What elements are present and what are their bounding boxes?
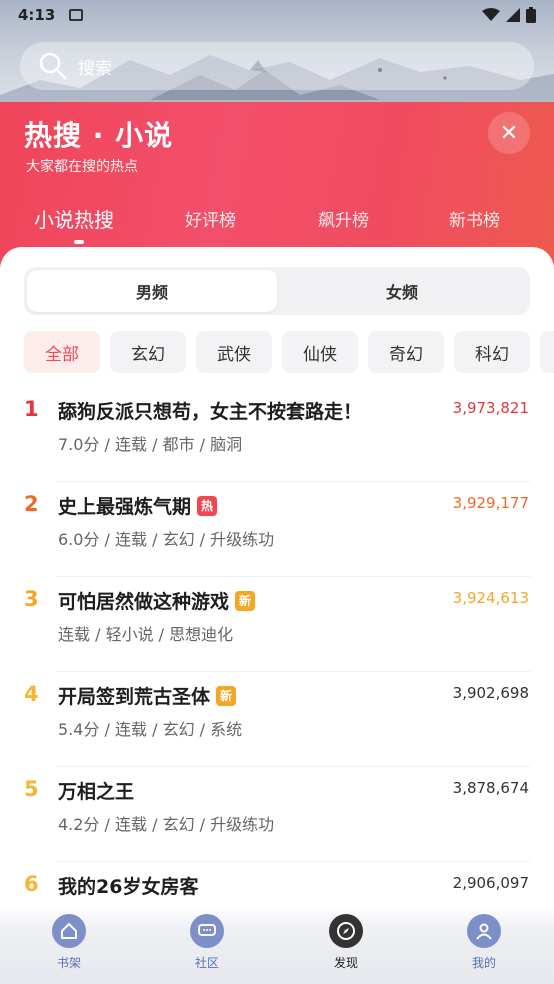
search-count: 3,929,177 xyxy=(452,494,529,512)
hot-badge: 热 xyxy=(197,495,218,516)
book-title: 史上最强炼气期热 xyxy=(58,492,218,519)
search-count: 3,924,613 xyxy=(452,589,529,607)
community-chat-icon xyxy=(190,914,224,948)
bottom-navigation: 书架 社区 发现 我的 xyxy=(0,906,554,984)
book-meta: 4.2分 / 连载 / 玄幻 / 升级练功 xyxy=(58,815,275,834)
search-count: 2,906,097 xyxy=(452,874,529,892)
battery-icon xyxy=(526,7,536,23)
discover-compass-icon xyxy=(329,914,363,948)
ranking-sheet: 男频 女频 全部 玄幻 武侠 仙侠 奇幻 科幻 1 舔狗反派只想苟，女主不按套路… xyxy=(0,247,554,984)
rank-number: 4 xyxy=(24,682,39,706)
book-title: 我的26岁女房客 xyxy=(58,872,198,899)
chip-kehuan[interactable]: 科幻 xyxy=(454,331,530,373)
ranking-tabs: 小说热搜 好评榜 飙升榜 新书榜 xyxy=(0,202,554,242)
new-badge: 新 xyxy=(235,590,256,611)
book-title-text: 开局签到荒古圣体 xyxy=(58,686,211,708)
search-icon xyxy=(39,52,67,80)
page-title: 热搜 · 小说 xyxy=(24,119,174,152)
profile-user-icon xyxy=(467,914,501,948)
book-meta: 6.0分 / 连载 / 玄幻 / 升级练功 xyxy=(58,530,275,549)
rank-number: 3 xyxy=(24,587,39,611)
ranking-row[interactable]: 5 万相之王 4.2分 / 连载 / 玄幻 / 升级练功 3,878,674 xyxy=(0,767,554,862)
chip-xuanhuan[interactable]: 玄幻 xyxy=(110,331,186,373)
book-title: 舔狗反派只想苟，女主不按套路走！ xyxy=(58,397,362,424)
rank-number: 6 xyxy=(24,872,39,896)
wifi-icon xyxy=(482,8,500,21)
rank-number: 2 xyxy=(24,492,39,516)
chip-all[interactable]: 全部 xyxy=(24,331,100,373)
storage-icon xyxy=(69,9,84,21)
bookshelf-home-icon xyxy=(52,914,86,948)
search-placeholder: 搜索 xyxy=(78,58,112,79)
gender-male-option[interactable]: 男频 xyxy=(27,270,277,312)
book-meta: 5.4分 / 连载 / 玄幻 / 系统 xyxy=(58,720,243,739)
nav-discover[interactable]: 发现 xyxy=(311,914,381,971)
book-title: 可怕居然做这种游戏新 xyxy=(58,587,256,614)
tab-new-books[interactable]: 新书榜 xyxy=(449,206,500,231)
nav-label: 书架 xyxy=(56,956,81,970)
status-icons xyxy=(482,7,536,23)
nav-bookshelf[interactable]: 书架 xyxy=(34,914,104,971)
close-button[interactable]: ✕ xyxy=(488,112,530,154)
nav-label: 发现 xyxy=(333,956,358,970)
search-count: 3,973,821 xyxy=(452,399,529,417)
book-title: 万相之王 xyxy=(58,777,134,804)
search-count: 3,878,674 xyxy=(452,779,529,797)
ranking-row[interactable]: 4 开局签到荒古圣体新 5.4分 / 连载 / 玄幻 / 系统 3,902,69… xyxy=(0,672,554,767)
ranking-row[interactable]: 2 史上最强炼气期热 6.0分 / 连载 / 玄幻 / 升级练功 3,929,1… xyxy=(0,482,554,577)
close-icon: ✕ xyxy=(499,120,519,146)
gender-toggle: 男频 女频 xyxy=(24,267,530,315)
book-title-text: 舔狗反派只想苟，女主不按套路走！ xyxy=(58,401,363,423)
ranking-row[interactable]: 1 舔狗反派只想苟，女主不按套路走！ 7.0分 / 连载 / 都市 / 脑洞 3… xyxy=(0,387,554,482)
tab-rising[interactable]: 飙升榜 xyxy=(318,206,369,231)
tab-novel-hot[interactable]: 小说热搜 xyxy=(34,204,114,233)
chip-wuxia[interactable]: 武侠 xyxy=(196,331,272,373)
chip-xianxia[interactable]: 仙侠 xyxy=(282,331,358,373)
chip-qihuan[interactable]: 奇幻 xyxy=(368,331,444,373)
chip-more[interactable] xyxy=(540,331,554,373)
active-tab-indicator xyxy=(74,240,84,244)
book-title-text: 史上最强炼气期 xyxy=(58,496,192,518)
book-title-text: 我的26岁女房客 xyxy=(58,876,199,898)
nav-label: 我的 xyxy=(471,956,496,970)
page-subtitle: 大家都在搜的热点 xyxy=(26,159,138,175)
book-title-text: 可怕居然做这种游戏 xyxy=(58,591,230,613)
tab-good-reviews[interactable]: 好评榜 xyxy=(185,206,236,231)
nav-profile[interactable]: 我的 xyxy=(449,914,519,971)
nav-label: 社区 xyxy=(194,956,219,970)
search-bar[interactable]: 搜索 xyxy=(20,42,534,90)
status-bar: 4:13 xyxy=(0,0,554,30)
rank-number: 5 xyxy=(24,777,39,801)
signal-icon xyxy=(506,8,520,22)
book-title: 开局签到荒古圣体新 xyxy=(58,682,237,709)
search-count: 3,902,698 xyxy=(452,684,529,702)
status-time: 4:13 xyxy=(18,6,56,24)
book-meta: 连载 / 轻小说 / 思想迪化 xyxy=(58,625,234,644)
rank-number: 1 xyxy=(24,397,39,421)
gender-female-option[interactable]: 女频 xyxy=(277,270,527,312)
category-chips: 全部 玄幻 武侠 仙侠 奇幻 科幻 xyxy=(24,331,554,375)
nav-community[interactable]: 社区 xyxy=(172,914,242,971)
new-badge: 新 xyxy=(216,685,237,706)
book-meta: 7.0分 / 连载 / 都市 / 脑洞 xyxy=(58,435,243,454)
ranking-row[interactable]: 3 可怕居然做这种游戏新 连载 / 轻小说 / 思想迪化 3,924,613 xyxy=(0,577,554,672)
book-title-text: 万相之王 xyxy=(58,781,135,803)
